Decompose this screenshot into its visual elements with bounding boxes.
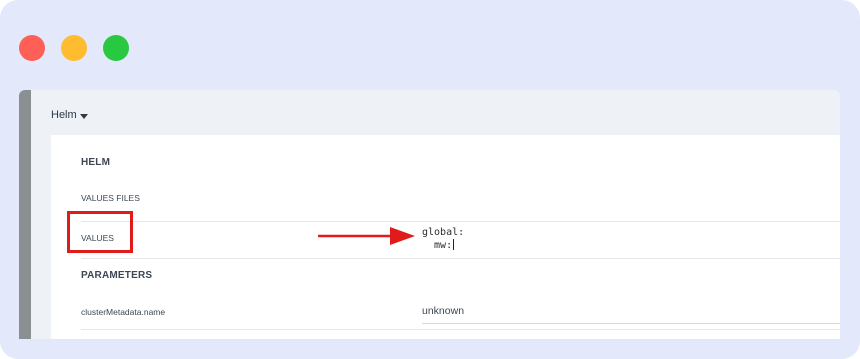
param-value-underline xyxy=(422,323,840,324)
arrow-right-icon xyxy=(318,227,415,245)
left-sidebar-bar xyxy=(19,90,31,339)
annotation-highlight-box xyxy=(67,211,133,253)
helm-panel: HELM VALUES FILES VALUES global: mw: PAR… xyxy=(51,135,840,339)
divider xyxy=(81,221,840,222)
values-line-2: mw: xyxy=(422,240,453,251)
maximize-window-button[interactable] xyxy=(103,35,129,61)
helm-section-title: HELM xyxy=(81,157,111,168)
text-cursor xyxy=(453,239,455,250)
minimize-window-button[interactable] xyxy=(61,35,87,61)
close-window-button[interactable] xyxy=(19,35,45,61)
app-content: Helm HELM VALUES FILES VALUES global: mw… xyxy=(19,90,840,339)
values-editor[interactable]: global: mw: xyxy=(422,227,464,252)
parameters-section-title: PARAMETERS xyxy=(81,270,153,281)
divider xyxy=(81,258,840,259)
param-name: clusterMetadata.name xyxy=(81,307,166,317)
values-files-label: VALUES FILES xyxy=(81,193,140,203)
param-value-input[interactable]: unknown xyxy=(422,305,464,317)
caret-down-icon xyxy=(79,113,88,119)
window-controls xyxy=(19,35,129,61)
divider xyxy=(81,329,840,330)
values-line-1: global: xyxy=(422,227,465,238)
app-window: Helm HELM VALUES FILES VALUES global: mw… xyxy=(0,0,860,359)
helm-dropdown[interactable]: Helm xyxy=(51,109,88,121)
helm-dropdown-label: Helm xyxy=(51,109,77,121)
